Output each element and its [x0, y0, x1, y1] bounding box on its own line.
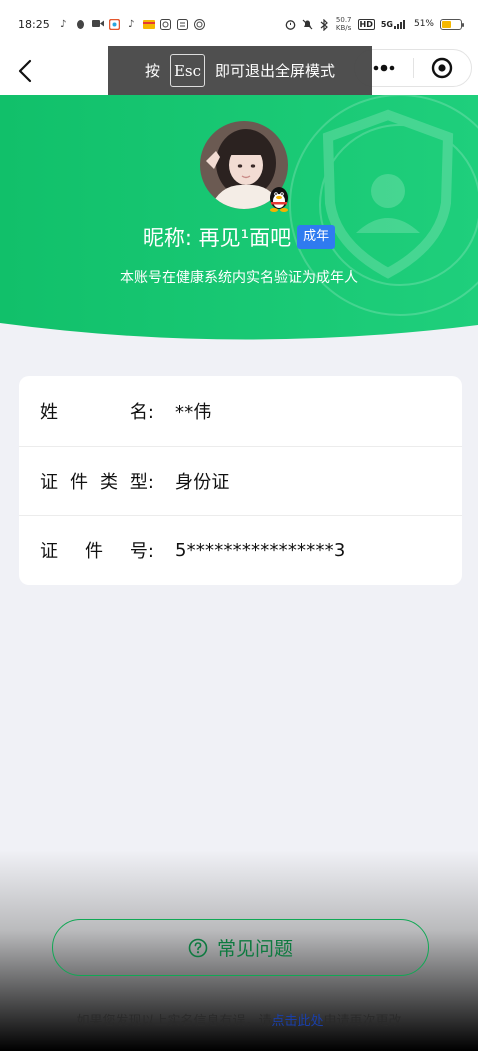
- chat-bubble-icon: [159, 18, 171, 30]
- qq-penguin-badge-icon: [270, 187, 288, 212]
- info-row-label-char: 证: [40, 471, 58, 493]
- toast-prefix: 按: [144, 62, 160, 80]
- battery-icon: [440, 18, 464, 30]
- signal-label: 5G: [380, 20, 393, 29]
- app-colorful-icon: [108, 18, 120, 30]
- music-note-icon: ♪: [60, 18, 67, 30]
- battery-percent: 51%: [413, 19, 434, 29]
- avatar-container: [200, 121, 288, 212]
- info-row: 证 件 号: 5****************3: [19, 515, 462, 585]
- status-bar: 18:25 ♪ ♪ 50.7 KB/s HD 5G 51%: [0, 0, 478, 48]
- status-bar-right: 50.7 KB/s HD 5G 51%: [285, 16, 464, 32]
- nickname: 昵称: 再见¹面吧: [142, 226, 292, 250]
- profile-header: 昵称: 再见¹面吧 成年 本账号在健康系统内实名验证为成年人: [0, 95, 478, 350]
- info-row-label-char: 证: [40, 541, 58, 563]
- change-request-link[interactable]: 点击此处: [271, 1014, 323, 1029]
- battery-fill: [442, 20, 451, 28]
- info-row-value: 身份证: [175, 471, 230, 493]
- alarm-icon: [285, 19, 296, 30]
- info-row-label-char: 件: [84, 541, 103, 563]
- tiktok-icon: ♪: [128, 18, 135, 30]
- info-row-label-char: 型:: [129, 471, 154, 493]
- info-row-label-char: 件: [69, 471, 88, 493]
- verification-text: 本账号在健康系统内实名验证为成年人: [120, 270, 358, 286]
- info-row-label-char: 类: [99, 471, 118, 493]
- status-bar-left: 18:25 ♪ ♪: [18, 18, 205, 31]
- adult-badge: 成年: [297, 225, 336, 249]
- info-row: 姓 名: **伟: [19, 376, 462, 446]
- footer-note: 如果您发现以上实名信息有误，请点击此处申请再次更改: [0, 1010, 478, 1029]
- info-row-label-char: 姓: [40, 401, 58, 423]
- info-row: 证件类型: 身份证: [19, 445, 462, 516]
- info-row-value: 5****************3: [175, 539, 346, 561]
- network-speed: 50.7 KB/s: [336, 16, 352, 32]
- target-close-icon: [432, 57, 453, 79]
- bluetooth-icon: [319, 18, 330, 31]
- esc-key-label: Esc: [170, 54, 205, 87]
- toast-suffix: 即可退出全屏模式: [215, 62, 336, 80]
- network-speed-unit: KB/s: [335, 24, 352, 32]
- nickname-row: 昵称: 再见¹面吧 成年: [0, 222, 478, 252]
- mute-bell-icon: [302, 19, 313, 30]
- more-dots-icon: [373, 64, 395, 72]
- exit-fullscreen-toast: 按 Esc 即可退出全屏模式: [108, 46, 372, 95]
- video-camera-icon: [91, 19, 104, 30]
- faq-button[interactable]: 常见问题: [52, 919, 429, 976]
- chevron-left-icon: [18, 59, 32, 83]
- info-row-value: **伟: [175, 401, 212, 423]
- signal-5g: 5G: [381, 19, 408, 29]
- info-row-label-char: 号:: [129, 541, 154, 563]
- close-mini-program-button[interactable]: [414, 50, 472, 86]
- footer-suffix: 申请再次更改: [323, 1014, 402, 1029]
- notes-icon: [176, 18, 188, 30]
- back-button[interactable]: [8, 54, 42, 88]
- network-speed-value: 50.7: [335, 16, 352, 24]
- info-row-label: 姓 名:: [40, 398, 156, 424]
- signal-bars-icon: [393, 20, 405, 29]
- identity-info-card: 姓名: **伟证件类型: 身份证证件号: 5****************3: [19, 376, 462, 585]
- footer-prefix: 如果您发现以上实名信息有误，请: [76, 1014, 272, 1029]
- question-circle-icon: [188, 938, 208, 957]
- faq-label: 常见问题: [216, 938, 293, 960]
- info-row-label: 证 件 号:: [40, 537, 156, 563]
- info-row-label: 证件类型:: [40, 468, 156, 494]
- info-row-label-char: 名:: [129, 401, 154, 423]
- target-app-icon: [193, 18, 205, 30]
- hd-icon: HD: [357, 18, 375, 30]
- wallet-icon: [142, 19, 155, 30]
- status-time: 18:25: [18, 17, 50, 31]
- qq-penguin-icon: [75, 19, 86, 30]
